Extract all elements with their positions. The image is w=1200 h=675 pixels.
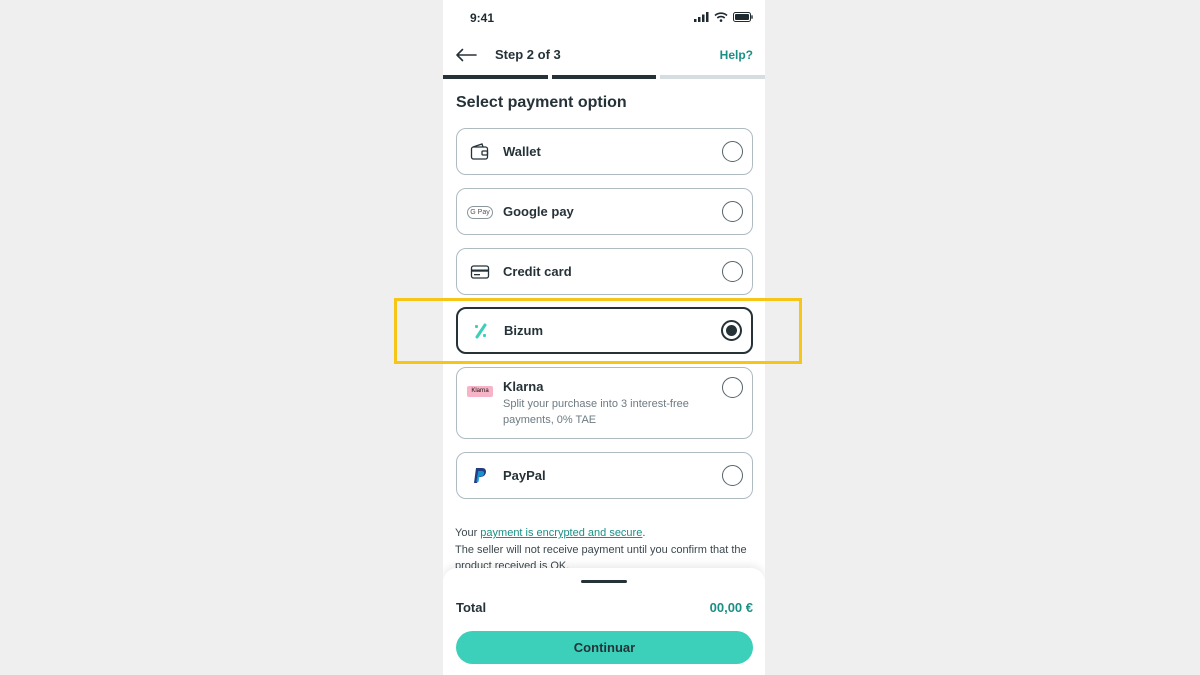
radio-button[interactable] (722, 377, 743, 398)
payment-option-paypal[interactable]: PayPal (456, 452, 753, 499)
payment-option-klarna[interactable]: Klarna Klarna Split your purchase into 3… (456, 367, 753, 439)
step-indicator: Step 2 of 3 (495, 47, 561, 62)
section-title: Select payment option (456, 94, 627, 111)
bottom-sheet: Total 00,00 € Continuar (443, 568, 765, 675)
option-label: PayPal (503, 468, 546, 483)
payment-option-bizum[interactable]: Bizum (456, 307, 753, 354)
wallet-icon (469, 143, 491, 161)
phone-screen: 9:41 Step 2 of 3 Help? Select payment op… (443, 0, 765, 675)
arrow-left-icon (456, 48, 477, 62)
option-label: Klarna (503, 379, 544, 394)
header: Step 2 of 3 Help? (443, 38, 765, 74)
security-link[interactable]: payment is encrypted and secure (480, 527, 642, 539)
total-value: 00,00 € (709, 600, 753, 615)
option-description: Split your purchase into 3 interest-free… (503, 398, 689, 426)
status-icons (694, 12, 753, 22)
option-label: Credit card (503, 264, 572, 279)
radio-button[interactable] (722, 261, 743, 282)
payment-option-credit-card[interactable]: Credit card (456, 248, 753, 295)
total-label: Total (456, 600, 487, 615)
paypal-icon (469, 467, 491, 485)
progress-segment-3 (660, 75, 765, 79)
progress-segment-1 (443, 75, 548, 79)
payment-option-google-pay[interactable]: G Pay Google pay (456, 188, 753, 235)
signal-icon (694, 12, 709, 22)
radio-button[interactable] (722, 201, 743, 222)
status-time: 9:41 (470, 11, 495, 25)
option-label: Wallet (503, 144, 541, 159)
radio-button[interactable] (722, 141, 743, 162)
note-prefix: Your (455, 527, 481, 539)
wifi-icon (714, 12, 728, 22)
note-suffix: . (642, 527, 646, 539)
bizum-icon (470, 322, 492, 340)
sheet-handle[interactable] (581, 580, 627, 583)
google-pay-icon: G Pay (467, 203, 493, 221)
credit-card-icon (469, 263, 491, 281)
payment-option-wallet[interactable]: Wallet (456, 128, 753, 175)
continue-button[interactable]: Continuar (456, 631, 753, 664)
status-bar: 9:41 (443, 0, 765, 36)
klarna-icon: Klarna (467, 382, 493, 400)
radio-button[interactable] (722, 465, 743, 486)
radio-button-selected[interactable] (721, 320, 742, 341)
option-label: Google pay (503, 204, 574, 219)
help-link[interactable]: Help? (720, 48, 753, 62)
battery-icon (733, 12, 753, 22)
progress-segment-2 (551, 75, 657, 79)
progress-bar (443, 75, 765, 79)
option-label: Bizum (504, 323, 543, 338)
back-button[interactable] (453, 44, 479, 66)
